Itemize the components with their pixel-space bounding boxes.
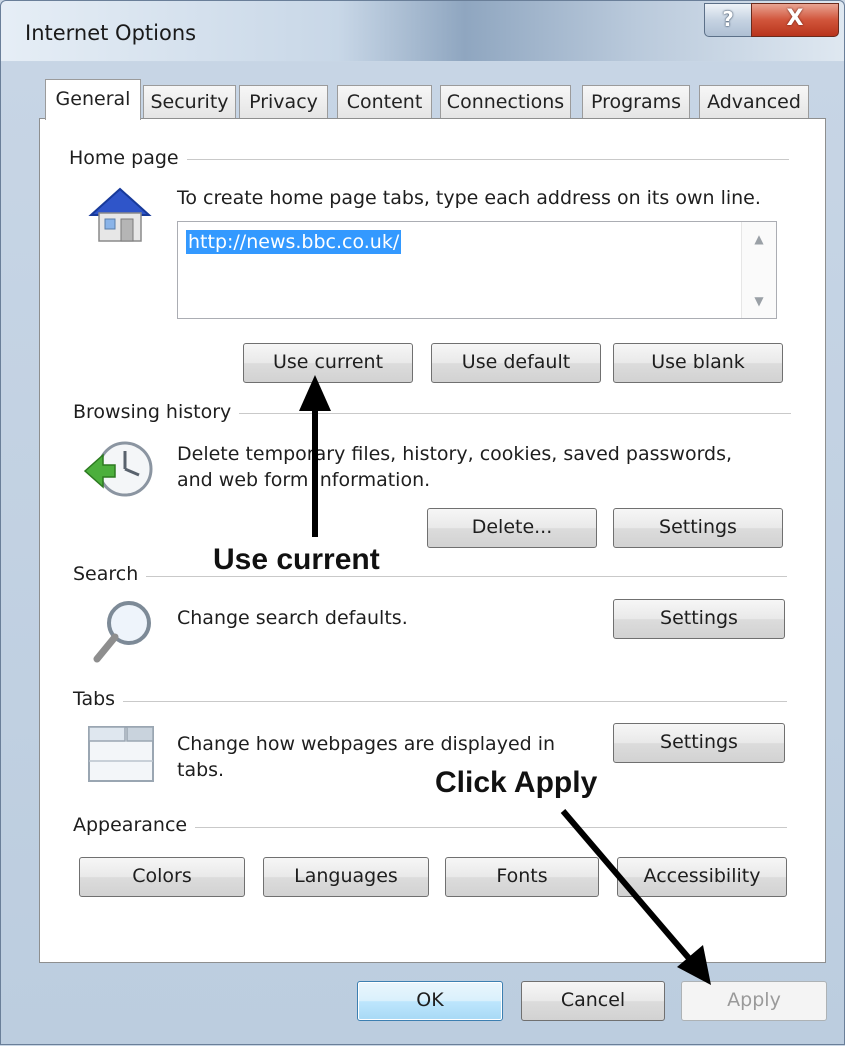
- tab-content[interactable]: Content: [337, 85, 432, 119]
- use-blank-button[interactable]: Use blank: [613, 343, 783, 383]
- tabs-description-line2: tabs.: [177, 759, 225, 781]
- tab-privacy[interactable]: Privacy: [239, 85, 328, 119]
- cancel-button[interactable]: Cancel: [521, 981, 665, 1021]
- scroll-down-icon[interactable]: ▼: [742, 294, 776, 308]
- search-description: Change search defaults.: [177, 607, 408, 629]
- fonts-button[interactable]: Fonts: [445, 857, 599, 897]
- help-button[interactable]: ?: [704, 3, 752, 37]
- internet-options-dialog: Internet Options ? X General Security Pr…: [0, 0, 845, 1045]
- use-default-button[interactable]: Use default: [431, 343, 601, 383]
- browsing-history-description-line2: and web form information.: [177, 469, 431, 491]
- history-clock-icon: [83, 441, 153, 497]
- home-page-url: http://news.bbc.co.uk/: [186, 230, 402, 254]
- title-bar[interactable]: Internet Options ? X: [1, 1, 844, 61]
- home-page-description: To create home page tabs, type each addr…: [177, 187, 761, 209]
- address-scrollbar[interactable]: ▲ ▼: [741, 222, 776, 318]
- click-apply-annotation: Click Apply: [435, 766, 598, 799]
- home-page-address-field[interactable]: http://news.bbc.co.uk/ ▲ ▼: [177, 221, 777, 319]
- tab-security[interactable]: Security: [143, 85, 236, 119]
- use-current-annotation: Use current: [213, 543, 380, 576]
- tabs-window-icon: [88, 726, 154, 782]
- search-divider: [73, 576, 787, 577]
- tab-connections[interactable]: Connections: [440, 85, 571, 119]
- delete-history-button[interactable]: Delete...: [427, 508, 597, 548]
- tab-programs[interactable]: Programs: [582, 85, 690, 119]
- appearance-section-label: Appearance: [73, 814, 196, 836]
- history-settings-button[interactable]: Settings: [613, 508, 783, 548]
- ok-button[interactable]: OK: [357, 981, 503, 1021]
- close-button[interactable]: X: [751, 3, 839, 37]
- home-page-section-label: Home page: [69, 147, 187, 169]
- use-current-button[interactable]: Use current: [243, 343, 413, 383]
- colors-button[interactable]: Colors: [79, 857, 245, 897]
- scroll-up-icon[interactable]: ▲: [742, 232, 776, 246]
- tabs-section-label: Tabs: [73, 688, 124, 710]
- tab-advanced[interactable]: Advanced: [699, 85, 809, 119]
- search-settings-button[interactable]: Settings: [613, 599, 785, 639]
- house-icon: [88, 187, 152, 242]
- tabs-description-line1: Change how webpages are displayed in: [177, 733, 556, 755]
- tab-general[interactable]: General: [45, 79, 141, 120]
- search-section-label: Search: [73, 563, 147, 585]
- browsing-history-section-label: Browsing history: [73, 401, 240, 423]
- browsing-history-description-line1: Delete temporary files, history, cookies…: [177, 443, 733, 465]
- window-title: Internet Options: [25, 21, 197, 45]
- apply-button[interactable]: Apply: [681, 981, 827, 1021]
- tabs-divider: [73, 701, 787, 702]
- tabs-settings-button[interactable]: Settings: [613, 723, 785, 763]
- accessibility-button[interactable]: Accessibility: [617, 857, 787, 897]
- magnifier-icon: [93, 601, 151, 663]
- languages-button[interactable]: Languages: [263, 857, 429, 897]
